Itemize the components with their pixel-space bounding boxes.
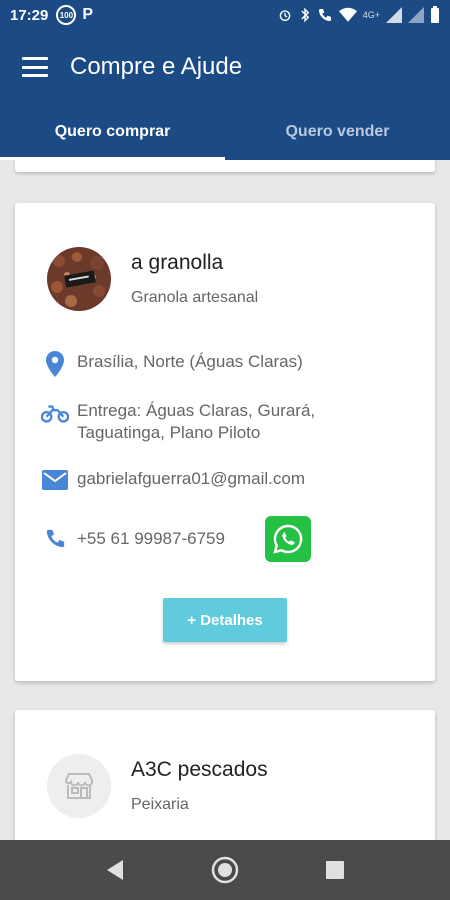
home-button[interactable]: [205, 850, 245, 890]
back-icon: [107, 860, 123, 880]
tab-quero-comprar[interactable]: Quero comprar: [0, 104, 225, 160]
shop-category: Granola artesanal: [131, 289, 259, 306]
details-button[interactable]: + Detalhes: [163, 598, 287, 642]
alarm-icon: [279, 10, 291, 21]
location-row: Brasília, Norte (Águas Claras): [41, 351, 303, 377]
shop-name: A3C pescados: [131, 758, 268, 781]
recents-button[interactable]: [315, 850, 355, 890]
location-text: Brasília, Norte (Águas Claras): [77, 352, 303, 371]
call-icon: [318, 9, 331, 21]
phone-icon: [41, 528, 69, 550]
tab-quero-vender[interactable]: Quero vender: [225, 104, 450, 160]
email-icon: [41, 468, 69, 490]
parking-icon: P: [82, 6, 94, 23]
home-icon: [211, 856, 239, 884]
status-time: 17:29: [10, 6, 49, 24]
shop-category: Peixaria: [131, 796, 189, 813]
status-icons: 4G+: [277, 6, 440, 24]
whatsapp-icon: [273, 524, 303, 554]
network-type: 4G+: [362, 10, 380, 20]
system-nav-bar: [0, 840, 450, 900]
delivery-text-line-1: Entrega: Águas Claras, Gurará,: [77, 401, 316, 420]
shop-list[interactable]: a granolla Granola artesanal Brasília, N…: [0, 160, 450, 840]
shop-avatar: [47, 247, 111, 311]
app-bar: Compre e Ajude Quero comprar Quero vende…: [0, 30, 450, 160]
battery-icon: [431, 6, 439, 23]
wifi-icon: [338, 7, 357, 22]
menu-icon[interactable]: [22, 57, 48, 77]
previous-card: [15, 160, 435, 172]
phone-text[interactable]: +55 61 99987-6759: [77, 528, 225, 550]
status-bar: 17:29 100 P 4G+: [0, 0, 450, 30]
delivery-text-line-2: Taguatinga, Plano Piloto: [77, 423, 261, 442]
bluetooth-icon: [301, 7, 309, 23]
notification-badge: 100: [56, 5, 77, 25]
tab-bar: Quero comprar Quero vender: [0, 104, 450, 160]
signal-icon: [386, 7, 402, 23]
delivery-row: Entrega: Águas Claras, Gurará, Taguating…: [41, 400, 315, 444]
shop-name: a granolla: [131, 251, 224, 274]
recents-icon: [326, 861, 344, 879]
store-icon: [65, 773, 93, 799]
location-pin-icon: [41, 351, 69, 377]
app-title: Compre e Ajude: [70, 53, 243, 80]
signal-icon-2: [408, 7, 424, 23]
shop-avatar: [47, 754, 111, 818]
email-text[interactable]: gabrielafguerra01@gmail.com: [77, 468, 305, 490]
shop-card: a granolla Granola artesanal Brasília, N…: [15, 203, 435, 681]
email-row: gabrielafguerra01@gmail.com: [41, 468, 305, 490]
toolbar: Compre e Ajude: [0, 30, 450, 104]
whatsapp-button[interactable]: [265, 516, 311, 562]
motorcycle-icon: [41, 400, 69, 424]
shop-card: A3C pescados Peixaria: [15, 710, 435, 840]
phone-row: +55 61 99987-6759: [41, 528, 225, 550]
back-button[interactable]: [95, 850, 135, 890]
